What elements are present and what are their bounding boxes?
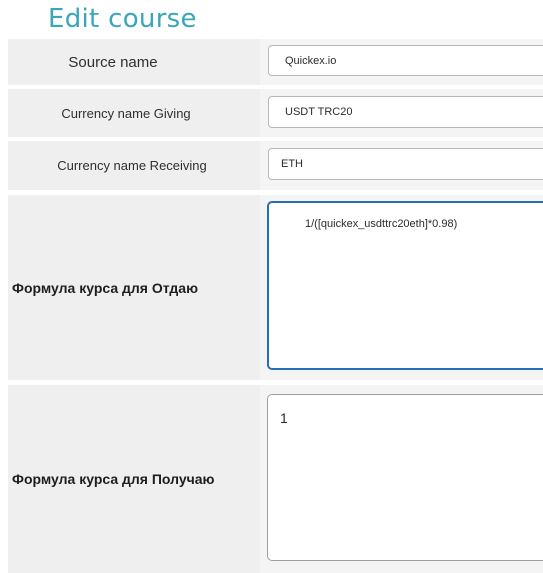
currency-receiving-input[interactable]: ETH (268, 148, 543, 180)
formula-get-label: Формула курса для Получаю (8, 385, 260, 573)
formula-give-textarea[interactable]: 1/([quickex_usdttrc20eth]*0.98) (267, 201, 543, 370)
currency-giving-input[interactable]: USDT TRC20 (268, 96, 543, 128)
currency-giving-label: Currency name Giving (8, 89, 260, 137)
formula-give-label: Формула курса для Отдаю (8, 195, 260, 380)
source-name-label: Source name (8, 39, 260, 85)
formula-get-textarea[interactable]: 1 (267, 394, 543, 561)
currency-receiving-label: Currency name Receiving (8, 141, 260, 190)
source-name-input[interactable]: Quickex.io (268, 45, 543, 76)
edit-course-page: Edit course Source name Quickex.io Curre… (0, 0, 543, 573)
page-title: Edit course (48, 4, 197, 34)
